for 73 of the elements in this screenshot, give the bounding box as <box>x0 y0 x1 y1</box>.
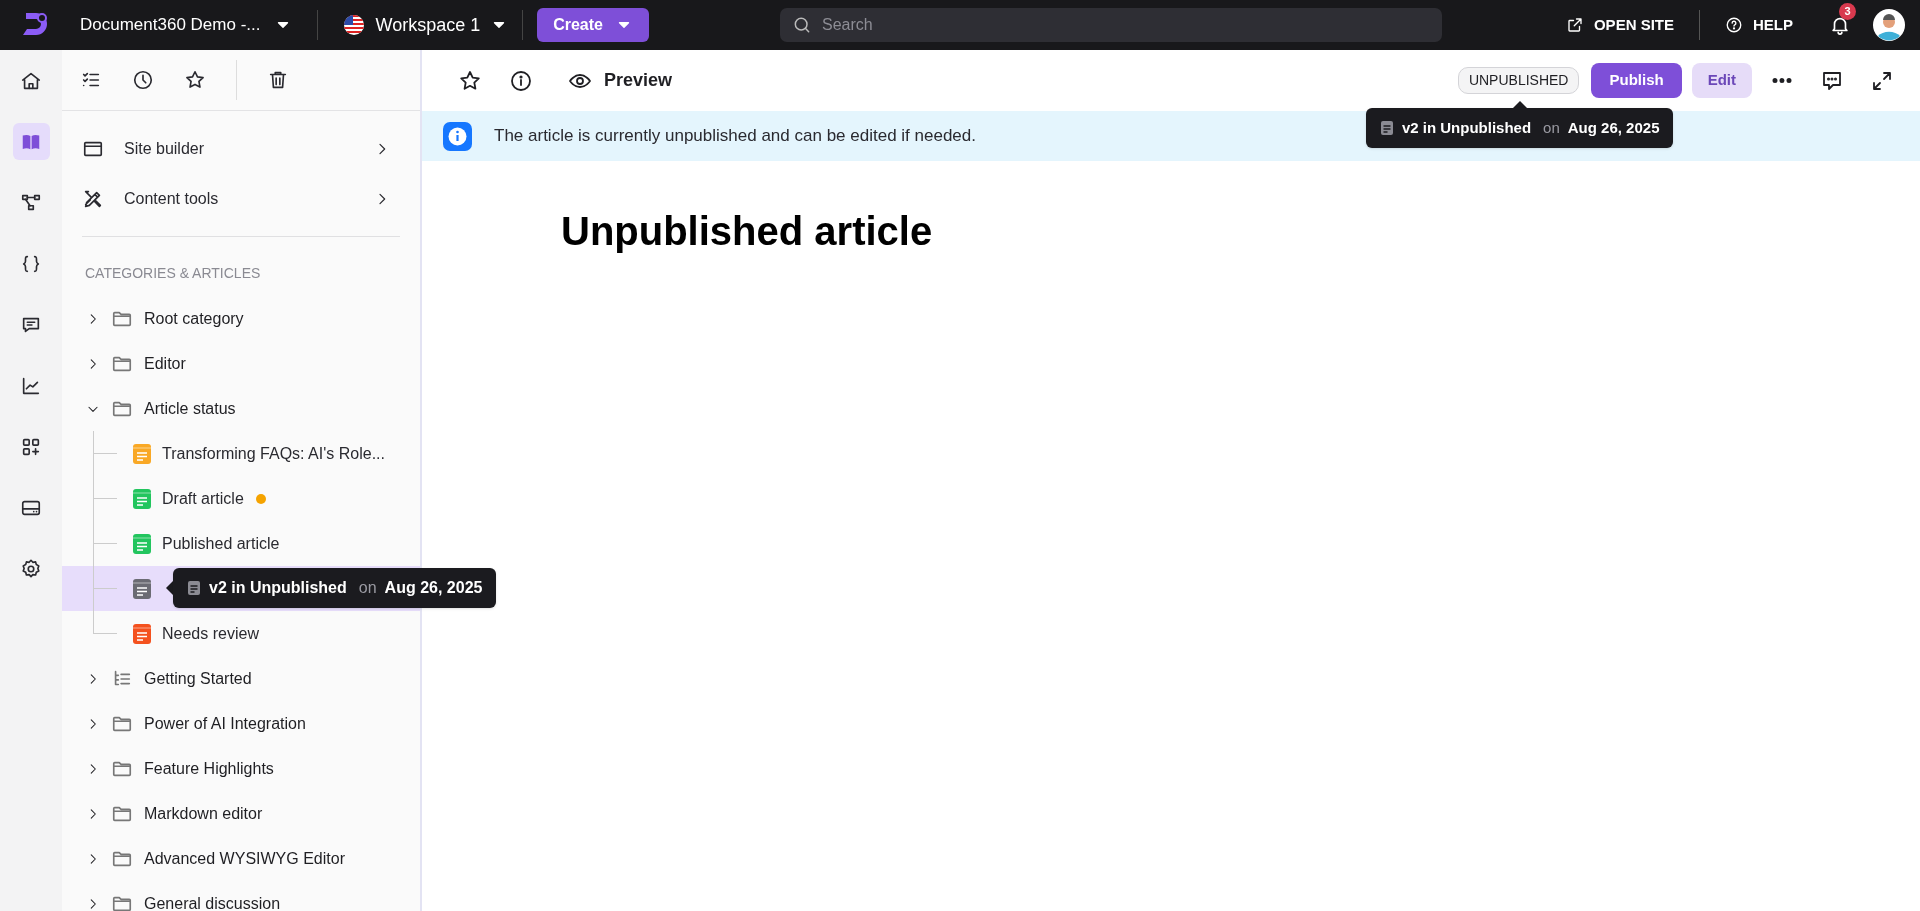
version-text: v2 in Unpublished <box>1401 117 1532 138</box>
article-label: Draft article <box>162 488 244 509</box>
article-icon <box>132 442 152 465</box>
category-label: Advanced WYSIWYG Editor <box>144 848 345 869</box>
category-label: Markdown editor <box>144 803 263 824</box>
date-text: Aug 26, 2025 <box>1567 117 1660 138</box>
article-item[interactable]: Published article <box>62 521 420 566</box>
document-icon <box>187 580 201 596</box>
category-item[interactable]: Power of AI Integration <box>62 701 420 746</box>
article-title: Unpublished article <box>561 208 934 255</box>
article-icon <box>132 532 152 555</box>
edit-button[interactable]: Edit <box>1691 63 1752 98</box>
open-site-link[interactable]: OPEN SITE <box>1565 13 1674 37</box>
article-icon <box>132 622 152 645</box>
category-label: Feature Highlights <box>144 758 274 779</box>
sidebar-menu-item[interactable]: Site builder <box>82 124 400 174</box>
book-nav-button[interactable] <box>12 123 50 160</box>
section-title: CATEGORIES & ARTICLES <box>84 264 262 283</box>
category-label: Getting Started <box>144 668 252 689</box>
avatar-icon[interactable] <box>1873 9 1905 41</box>
sidebar-menu-item[interactable]: Content tools <box>82 174 400 224</box>
star-icon <box>184 69 206 91</box>
article-item[interactable]: Draft article <box>62 476 420 521</box>
banner-text: The article is currently unpublished and can be edited if needed. <box>494 125 976 148</box>
category-label: General discussion <box>144 893 281 911</box>
favorite-button[interactable] <box>458 68 482 93</box>
star-icon <box>458 68 482 93</box>
create-button[interactable]: Create <box>537 8 649 42</box>
category-item[interactable]: Root category <box>62 296 420 341</box>
on-text: on <box>1543 117 1560 138</box>
notification-count: 3 <box>1839 3 1856 20</box>
project-dropdown[interactable]: Document360 Demo -... <box>80 12 293 38</box>
help-button[interactable]: HELP <box>1725 13 1793 37</box>
search-icon <box>792 15 812 35</box>
preview-button[interactable]: Preview <box>568 67 673 94</box>
flag-icon <box>343 14 366 36</box>
date-text: Aug 26, 2025 <box>384 578 483 598</box>
category-label: Power of AI Integration <box>144 713 306 734</box>
article-icon <box>132 577 152 600</box>
category-label: Article status <box>144 398 236 419</box>
pencil-ruler-icon <box>82 188 104 210</box>
on-text: on <box>358 578 377 598</box>
article-item[interactable]: Needs review <box>62 611 420 656</box>
document-icon <box>1379 120 1394 136</box>
category-item[interactable]: Article status <box>62 386 420 431</box>
external-link-icon <box>1565 16 1584 34</box>
category-item[interactable]: Feature Highlights <box>62 746 420 791</box>
settings-icon <box>20 557 42 580</box>
article-item[interactable]: Transforming FAQs: AI's Role... <box>62 431 420 476</box>
category-item[interactable]: Editor <box>62 341 420 386</box>
info-icon <box>443 121 472 151</box>
category-item[interactable]: Getting Started <box>62 656 420 701</box>
clock-icon <box>132 69 154 91</box>
article-label: Needs review <box>162 623 259 644</box>
search-field[interactable]: Search <box>780 8 1442 42</box>
category-item[interactable]: General discussion <box>62 881 420 911</box>
version-text: v2 in Unpublished <box>209 578 347 598</box>
help-icon <box>1725 16 1743 34</box>
article-icon <box>132 487 152 510</box>
category-label: Editor <box>144 353 186 374</box>
article-label: Transforming FAQs: AI's Role... <box>162 443 385 464</box>
category-item[interactable]: Markdown editor <box>62 791 420 836</box>
trash-icon <box>267 69 289 91</box>
article-label: Published article <box>162 533 280 554</box>
info-icon <box>509 68 533 93</box>
more-button[interactable] <box>1772 78 1792 83</box>
workspace-dropdown[interactable]: Workspace 1 <box>343 11 509 39</box>
more-icon <box>1772 78 1792 83</box>
publish-button[interactable]: Publish <box>1591 63 1682 98</box>
status-badge: UNPUBLISHED <box>1457 67 1580 94</box>
category-item[interactable]: Advanced WYSIWYG Editor <box>62 836 420 881</box>
category-label: Root category <box>144 308 244 329</box>
info-button[interactable] <box>509 68 533 93</box>
